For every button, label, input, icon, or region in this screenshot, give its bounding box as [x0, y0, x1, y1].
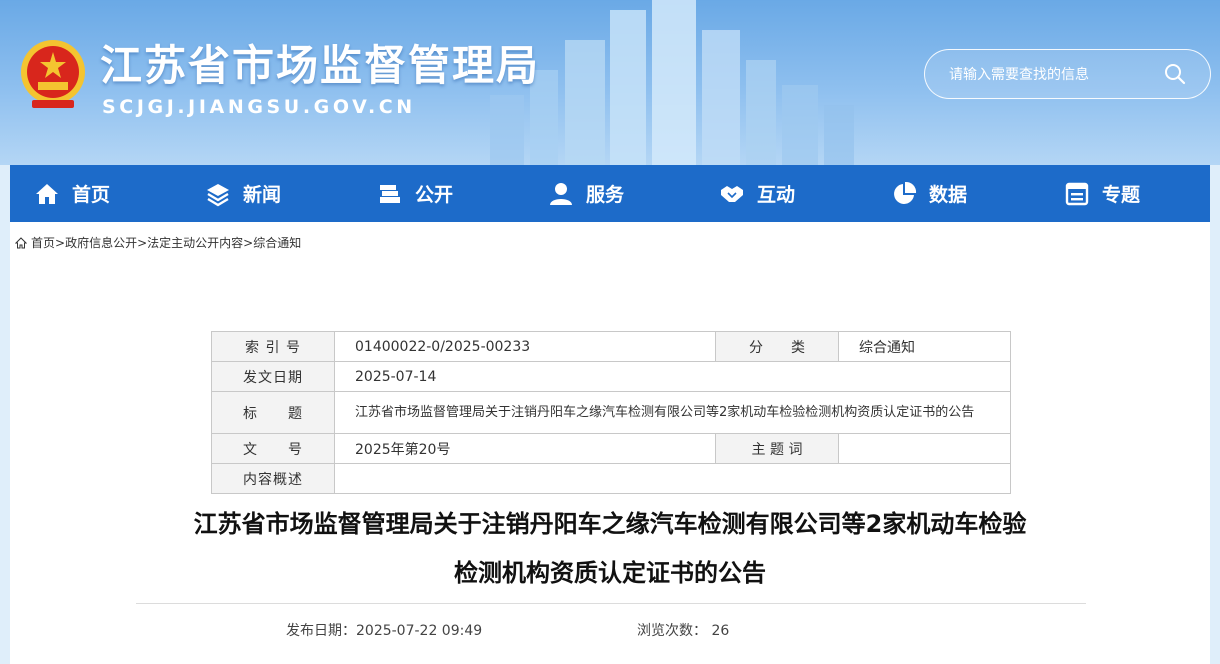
- index-label: 索 引 号: [211, 331, 335, 362]
- docno-value: 2025年第20号: [334, 433, 716, 464]
- keyword-label: 主 题 词: [715, 433, 839, 464]
- home-icon: [36, 183, 58, 204]
- breadcrumb-link-gov-info[interactable]: 政府信息公开: [65, 234, 137, 251]
- divider: [136, 603, 1086, 604]
- nav-item-service[interactable]: 服务: [548, 165, 624, 222]
- view-count: 浏览次数： 26: [637, 623, 730, 639]
- breadcrumb-link-general-notice[interactable]: 综合通知: [253, 234, 301, 251]
- user-icon: [550, 182, 572, 205]
- window-icon: [1065, 182, 1089, 205]
- publish-date: 发布日期：2025-07-22 09:49: [286, 623, 483, 639]
- pie-chart-icon: [894, 181, 917, 204]
- breadcrumb-link-home[interactable]: 首页: [31, 234, 55, 251]
- nav-label: 公开: [415, 184, 454, 206]
- nav-label: 专题: [1102, 184, 1141, 206]
- category-label: 分 类: [715, 331, 839, 362]
- search-box[interactable]: 请输入需要查找的信息: [924, 49, 1211, 99]
- document-meta-table: 索 引 号 01400022-0/2025-00233 分 类 综合通知 发文日…: [211, 331, 1011, 494]
- summary-label: 内容概述: [211, 463, 335, 494]
- breadcrumb-separator: >: [55, 235, 66, 250]
- home-icon: [15, 236, 27, 248]
- article-title-line: 检测机构资质认定证书的公告: [454, 559, 766, 587]
- date-value: 2025-07-14: [334, 361, 1011, 392]
- search-input[interactable]: 请输入需要查找的信息: [949, 64, 1164, 84]
- date-label: 发文日期: [211, 361, 335, 392]
- article-title-line: 江苏省市场监督管理局关于注销丹阳车之缘汽车检测有限公司等2家机动车检验: [193, 510, 1027, 538]
- layers-icon: [207, 183, 229, 206]
- documents-icon: [380, 184, 400, 203]
- site-title: 江苏省市场监督管理局: [100, 41, 541, 90]
- index-value: 01400022-0/2025-00233: [334, 331, 716, 362]
- title-value: 江苏省市场监督管理局关于注销丹阳车之缘汽车检测有限公司等2家机动车检验检测机构资…: [334, 391, 1011, 434]
- nav-item-home[interactable]: 首页: [34, 165, 110, 222]
- nav-label: 新闻: [243, 184, 282, 206]
- nav-item-topics[interactable]: 专题: [1064, 165, 1140, 222]
- nav-item-interact[interactable]: 互动: [719, 165, 795, 222]
- title-label: 标 题: [211, 391, 335, 434]
- breadcrumb: 首页 > 政府信息公开 > 法定主动公开内容 > 综合通知: [15, 234, 301, 251]
- nav-item-public[interactable]: 公开: [377, 165, 453, 222]
- nav-label: 互动: [757, 184, 796, 206]
- handshake-icon: [721, 185, 743, 202]
- national-emblem-icon: [21, 40, 85, 108]
- keyword-value: [838, 433, 1011, 464]
- category-value: 综合通知: [838, 331, 1011, 362]
- breadcrumb-link-statutory[interactable]: 法定主动公开内容: [147, 234, 243, 251]
- nav-label: 服务: [586, 184, 625, 206]
- nav-label: 数据: [929, 184, 968, 206]
- article-title: 江苏省市场监督管理局关于注销丹阳车之缘汽车检测有限公司等2家机动车检验 检测机构…: [130, 500, 1090, 598]
- docno-label: 文 号: [211, 433, 335, 464]
- breadcrumb-separator: >: [243, 235, 254, 250]
- main-nav: 首页 新闻 公开 服务 互动 数据 专题: [10, 165, 1210, 222]
- breadcrumb-separator: >: [137, 235, 148, 250]
- search-icon[interactable]: [1164, 63, 1186, 85]
- nav-label: 首页: [72, 184, 111, 206]
- nav-item-news[interactable]: 新闻: [205, 165, 281, 222]
- summary-value: [334, 463, 1011, 494]
- site-domain: SCJGJ.JIANGSU.GOV.CN: [102, 96, 416, 118]
- content-page: 首页 > 政府信息公开 > 法定主动公开内容 > 综合通知 索 引 号 0140…: [10, 222, 1210, 664]
- site-header: 江苏省市场监督管理局 SCJGJ.JIANGSU.GOV.CN 请输入需要查找的…: [0, 0, 1220, 165]
- nav-item-data[interactable]: 数据: [891, 165, 967, 222]
